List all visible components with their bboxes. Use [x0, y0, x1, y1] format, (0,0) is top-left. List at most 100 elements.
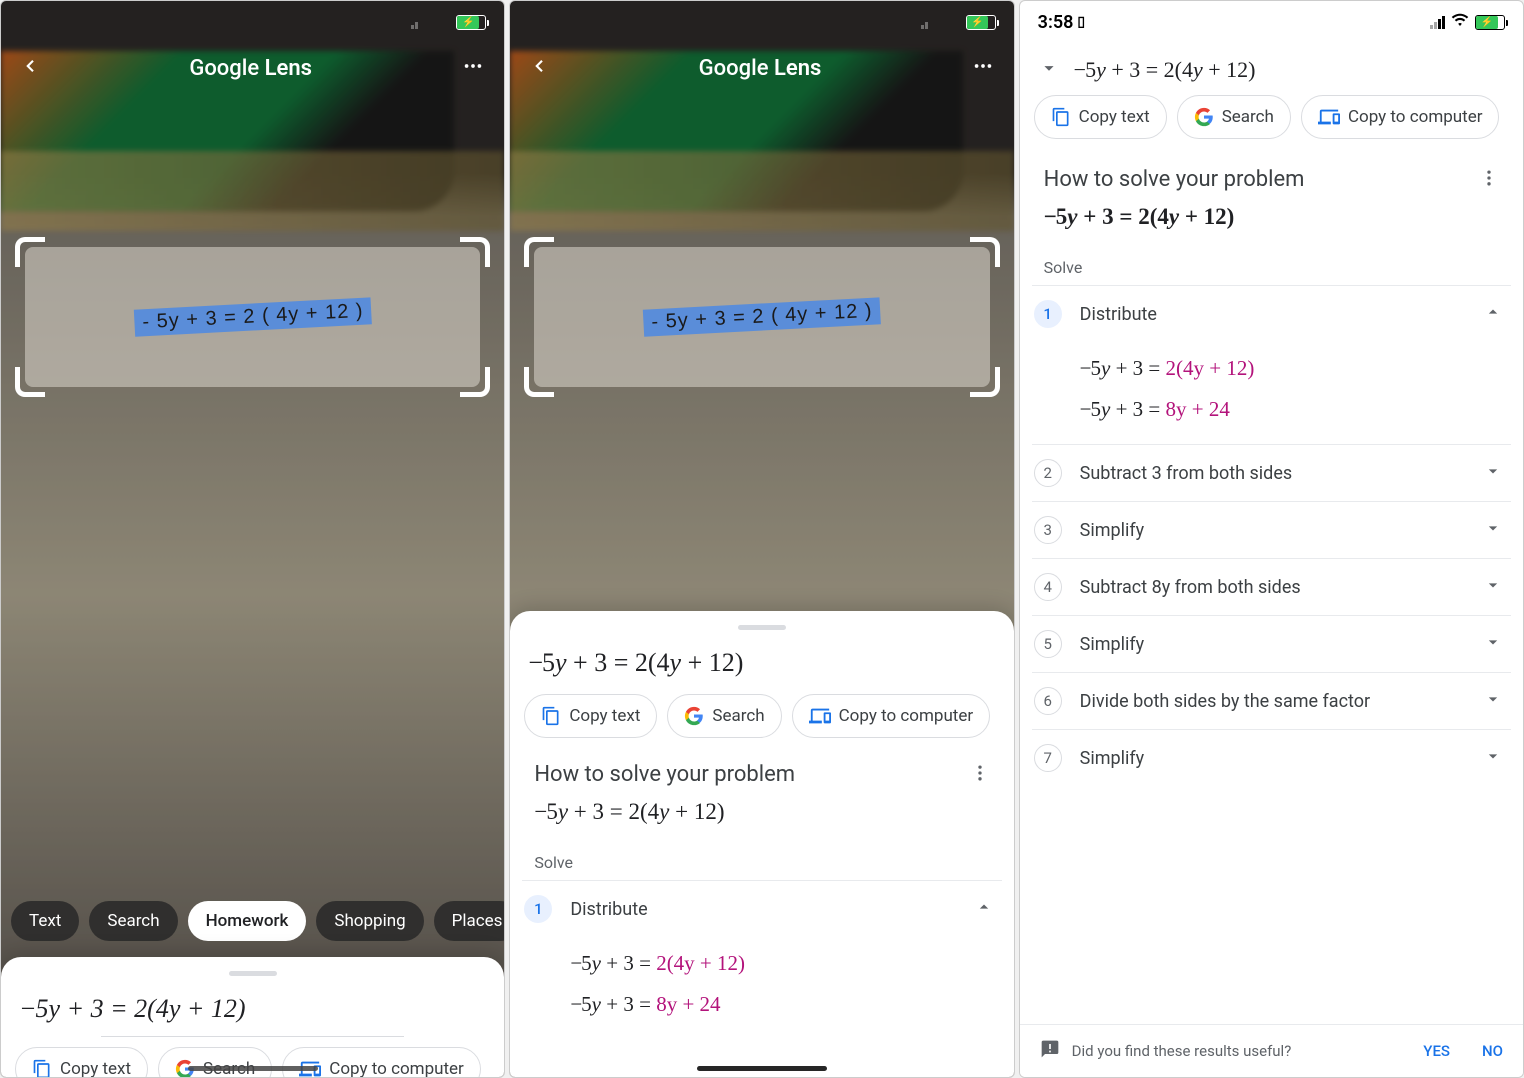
- chevron-down-icon: [1483, 461, 1503, 485]
- copy-computer-label: Copy to computer: [329, 1059, 464, 1078]
- feedback-bar: Did you find these results useful? YES N…: [1020, 1024, 1523, 1077]
- step-number: 3: [1034, 516, 1062, 544]
- crop-handle-tr[interactable]: [970, 237, 1000, 267]
- crop-handle-tr[interactable]: [460, 237, 490, 267]
- search-button[interactable]: Search: [1177, 95, 1291, 139]
- problem-equation: −5y + 3 = 2(4y + 12): [1020, 200, 1523, 244]
- crop-selection[interactable]: - 5y + 3 = 2 ( 4y + 12 ): [524, 237, 999, 397]
- feedback-text: Did you find these results useful?: [1072, 1042, 1392, 1060]
- step-number: 5: [1034, 630, 1062, 658]
- screen-1: 3:58 ▯ ⚡ Google Lens - 5y + 3 = 2 ( 4y +…: [0, 0, 505, 1078]
- devices-icon: [1318, 106, 1340, 128]
- chevron-down-icon: [1483, 746, 1503, 770]
- chip-text[interactable]: Text: [11, 901, 79, 941]
- step-body-1: −5y + 3 = 2(4y + 12) −5y + 3 = 8y + 24: [1020, 342, 1523, 444]
- copy-icon: [32, 1059, 52, 1078]
- step-label: Simplify: [1080, 748, 1483, 769]
- parsed-equation: −5y + 3 = 2(4y + 12): [1, 988, 504, 1036]
- step-label: Subtract 3 from both sides: [1080, 463, 1483, 484]
- chevron-down-icon: [1483, 689, 1503, 713]
- collapse-button[interactable]: [1038, 57, 1060, 83]
- screen-3: 3:58 ▯ ⚡ −5y + 3 = 2(4y + 12) Copy text …: [1019, 0, 1524, 1078]
- crop-handle-br[interactable]: [970, 367, 1000, 397]
- action-chips: Copy text Search Copy to computer: [510, 690, 1013, 742]
- section-menu-button[interactable]: [1479, 168, 1499, 192]
- chip-shopping[interactable]: Shopping: [316, 901, 423, 941]
- home-indicator[interactable]: [697, 1066, 827, 1071]
- result-sheet[interactable]: −5y + 3 = 2(4y + 12) Copy text Search Co…: [510, 611, 1013, 1077]
- crop-handle-br[interactable]: [460, 367, 490, 397]
- google-g-icon: [1194, 107, 1214, 127]
- crop-handle-tl[interactable]: [524, 237, 554, 267]
- step-row-2[interactable]: 2 Subtract 3 from both sides: [1020, 445, 1523, 501]
- sheet-grabber[interactable]: [229, 971, 277, 976]
- back-button[interactable]: [21, 57, 39, 79]
- status-card-icon: ▯: [1077, 14, 1085, 30]
- step-row-5[interactable]: 5 Simplify: [1020, 616, 1523, 672]
- lens-header: Google Lens: [510, 39, 1013, 97]
- chip-homework[interactable]: Homework: [188, 901, 307, 941]
- copy-computer-label: Copy to computer: [839, 706, 974, 726]
- how-to-solve-heading: How to solve your problem: [534, 762, 795, 787]
- step-number: 1: [1034, 300, 1062, 328]
- step-number: 2: [1034, 459, 1062, 487]
- solve-label: Solve: [1020, 244, 1523, 285]
- chevron-up-icon: [974, 897, 994, 921]
- google-g-icon: [684, 706, 704, 726]
- battery-icon: ⚡: [456, 15, 486, 30]
- crop-handle-bl[interactable]: [524, 367, 554, 397]
- crop-selection[interactable]: - 5y + 3 = 2 ( 4y + 12 ): [15, 237, 490, 397]
- copy-computer-label: Copy to computer: [1348, 107, 1483, 127]
- chip-search[interactable]: Search: [89, 901, 177, 941]
- wifi-icon: [1451, 11, 1469, 34]
- action-chips: Copy text Search Copy to computer: [1, 1043, 504, 1078]
- search-label: Search: [1222, 107, 1274, 127]
- lens-header: Google Lens: [1, 39, 504, 97]
- step-number: 4: [1034, 573, 1062, 601]
- lens-title: Google Lens: [189, 56, 312, 81]
- feedback-yes-button[interactable]: YES: [1423, 1042, 1450, 1060]
- search-label: Search: [712, 706, 764, 726]
- crop-handle-tl[interactable]: [15, 237, 45, 267]
- step-row-6[interactable]: 6 Divide both sides by the same factor: [1020, 673, 1523, 729]
- copy-to-computer-button[interactable]: Copy to computer: [792, 694, 991, 738]
- step-row-4[interactable]: 4 Subtract 8y from both sides: [1020, 559, 1523, 615]
- copy-text-label: Copy text: [569, 706, 640, 726]
- more-menu-button[interactable]: [462, 55, 484, 81]
- search-button[interactable]: Search: [158, 1047, 272, 1078]
- copy-text-button[interactable]: Copy text: [15, 1047, 148, 1078]
- step-number: 7: [1034, 744, 1062, 772]
- back-button[interactable]: [530, 57, 548, 79]
- problem-equation: −5y + 3 = 2(4y + 12): [510, 795, 1013, 839]
- chip-places[interactable]: Places: [434, 901, 505, 941]
- sheet-grabber[interactable]: [738, 625, 786, 630]
- step-row-3[interactable]: 3 Simplify: [1020, 502, 1523, 558]
- result-sheet[interactable]: −5y + 3 = 2(4y + 12) Copy text Search Co…: [1, 957, 504, 1077]
- step-number: 6: [1034, 687, 1062, 715]
- chevron-down-icon: [1483, 518, 1503, 542]
- search-button[interactable]: Search: [667, 694, 781, 738]
- copy-text-button[interactable]: Copy text: [524, 694, 657, 738]
- section-menu-button[interactable]: [970, 763, 990, 787]
- step-row-1[interactable]: 1 Distribute: [510, 881, 1013, 937]
- home-indicator[interactable]: [188, 1066, 318, 1071]
- feedback-no-button[interactable]: NO: [1482, 1042, 1503, 1060]
- step-row-7[interactable]: 7 Simplify: [1020, 730, 1523, 786]
- step-row-1[interactable]: 1 Distribute: [1020, 286, 1523, 342]
- parsed-equation: −5y + 3 = 2(4y + 12): [1074, 57, 1256, 83]
- more-menu-button[interactable]: [972, 55, 994, 81]
- copy-text-button[interactable]: Copy text: [1034, 95, 1167, 139]
- parsed-equation: −5y + 3 = 2(4y + 12): [510, 642, 1013, 690]
- lens-title: Google Lens: [699, 56, 822, 81]
- copy-to-computer-button[interactable]: Copy to computer: [282, 1047, 481, 1078]
- feedback-icon: [1040, 1039, 1060, 1063]
- battery-icon: ⚡: [1475, 15, 1505, 30]
- step-label: Simplify: [1080, 634, 1483, 655]
- solve-label: Solve: [510, 839, 1013, 880]
- copy-to-computer-button[interactable]: Copy to computer: [1301, 95, 1500, 139]
- category-chips: Text Search Homework Shopping Places: [1, 901, 504, 941]
- crop-handle-bl[interactable]: [15, 367, 45, 397]
- action-chips: Copy text Search Copy to computer: [1020, 95, 1523, 147]
- copy-icon: [1051, 107, 1071, 127]
- signal-icon: [1430, 15, 1445, 29]
